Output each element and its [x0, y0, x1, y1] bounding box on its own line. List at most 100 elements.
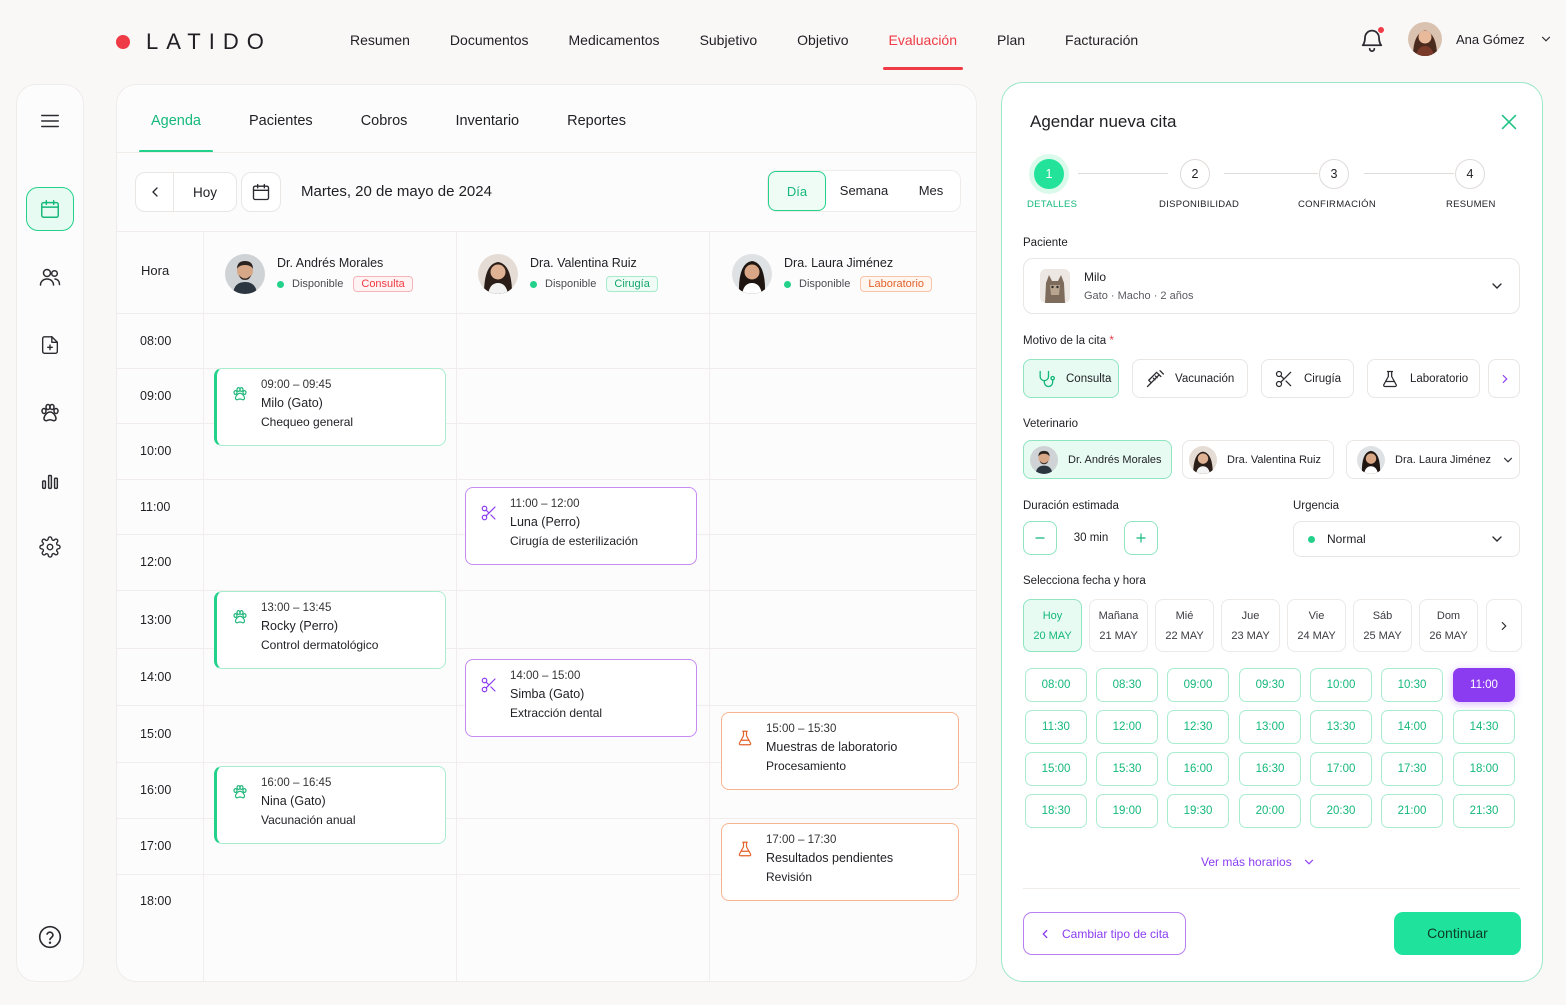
appointment-card[interactable]: 09:00 – 09:45 Milo (Gato) Chequeo genera…	[214, 368, 446, 446]
help-icon[interactable]	[26, 915, 74, 959]
time-slot[interactable]: 10:30	[1381, 668, 1443, 702]
previous-day-button[interactable]	[136, 173, 174, 211]
topnav-item-subjetivo[interactable]: Subjetivo	[680, 24, 778, 70]
time-slot[interactable]: 21:00	[1381, 794, 1443, 828]
more-times-link[interactable]: Ver más horarios	[1201, 855, 1316, 869]
time-slot[interactable]: 13:00	[1239, 710, 1301, 744]
tab-pacientes[interactable]: Pacientes	[237, 85, 325, 151]
time-slot[interactable]: 19:00	[1096, 794, 1158, 828]
time-slot[interactable]: 08:30	[1096, 668, 1158, 702]
doctor-column-header[interactable]: Dra. Laura Jiménez Disponible Laboratorio	[732, 249, 933, 299]
time-slot[interactable]: 09:30	[1239, 668, 1301, 702]
reason-laboratorio-button[interactable]: Laboratorio	[1367, 359, 1480, 398]
paw-icon[interactable]	[26, 391, 74, 435]
time-slot[interactable]: 11:30	[1025, 710, 1087, 744]
time-slot[interactable]: 12:30	[1167, 710, 1229, 744]
doctor-column-header[interactable]: Dr. Andrés Morales Disponible Consulta	[225, 249, 413, 299]
time-slot[interactable]: 14:00	[1381, 710, 1443, 744]
topnav-item-medicamentos[interactable]: Medicamentos	[549, 24, 680, 70]
user-menu[interactable]: Ana Gómez	[1408, 22, 1553, 56]
users-icon[interactable]	[26, 255, 74, 299]
time-slot[interactable]: 14:30	[1453, 710, 1515, 744]
time-slot[interactable]: 20:30	[1310, 794, 1372, 828]
appointment-patient: Nina (Gato)	[261, 794, 326, 808]
topnav-item-facturacion[interactable]: Facturación	[1045, 24, 1158, 70]
time-slot[interactable]: 17:00	[1310, 752, 1372, 786]
next-days-button[interactable]	[1486, 599, 1522, 652]
step-2-indicator[interactable]: 2	[1180, 159, 1210, 189]
chart-icon[interactable]	[26, 459, 74, 503]
vet-option-valentina-ruiz[interactable]: Dra. Valentina Ruiz	[1182, 440, 1334, 479]
today-button[interactable]: Hoy	[174, 185, 236, 200]
time-slot[interactable]: 10:00	[1310, 668, 1372, 702]
urgency-select[interactable]: Normal	[1293, 521, 1520, 557]
reason-cirugia-button[interactable]: Cirugía	[1261, 359, 1354, 398]
topnav-item-resumen[interactable]: Resumen	[330, 24, 430, 70]
time-slot[interactable]: 15:30	[1096, 752, 1158, 786]
day-option[interactable]: Sáb 25 MAY	[1353, 599, 1412, 652]
topnav-item-objetivo[interactable]: Objetivo	[777, 24, 868, 70]
day-option[interactable]: Vie 24 MAY	[1287, 599, 1346, 652]
day-option[interactable]: Jue 23 MAY	[1221, 599, 1280, 652]
time-slot[interactable]: 16:30	[1239, 752, 1301, 786]
calendar-icon[interactable]	[26, 187, 74, 231]
time-slot[interactable]: 15:00	[1025, 752, 1087, 786]
view-week-button[interactable]: Semana	[826, 171, 902, 211]
appointment-card[interactable]: 14:00 – 15:00 Simba (Gato) Extracción de…	[465, 659, 697, 737]
time-slot[interactable]: 18:30	[1025, 794, 1087, 828]
time-slot[interactable]: 13:30	[1310, 710, 1372, 744]
reason-consulta-button[interactable]: Consulta	[1023, 359, 1119, 398]
notifications-bell-icon[interactable]	[1358, 26, 1386, 54]
doctor-column-header[interactable]: Dra. Valentina Ruiz Disponible Cirugía	[478, 249, 658, 299]
time-slot[interactable]: 16:00	[1167, 752, 1229, 786]
continue-button[interactable]: Continuar	[1394, 912, 1521, 955]
vet-option-andres-morales[interactable]: Dr. Andrés Morales	[1023, 440, 1172, 479]
time-slot[interactable]: 18:00	[1453, 752, 1515, 786]
appointment-card[interactable]: 13:00 – 13:45 Rocky (Perro) Control derm…	[214, 591, 446, 669]
patient-select[interactable]: Milo Gato · Macho · 2 años	[1023, 258, 1520, 314]
close-icon[interactable]	[1498, 111, 1520, 133]
time-slot[interactable]: 09:00	[1167, 668, 1229, 702]
menu-icon[interactable]	[26, 99, 74, 143]
tab-agenda[interactable]: Agenda	[139, 85, 213, 153]
view-month-button[interactable]: Mes	[902, 171, 960, 211]
duration-value[interactable]: 30 min	[1058, 521, 1124, 555]
step-3-indicator[interactable]: 3	[1319, 159, 1349, 189]
day-option[interactable]: Hoy 20 MAY	[1023, 599, 1082, 652]
step-4-indicator[interactable]: 4	[1455, 159, 1485, 189]
medical-document-icon[interactable]	[26, 323, 74, 367]
time-slot[interactable]: 12:00	[1096, 710, 1158, 744]
view-day-button[interactable]: Día	[768, 171, 826, 211]
gear-icon[interactable]	[26, 525, 74, 569]
time-slot[interactable]: 20:00	[1239, 794, 1301, 828]
step-1-indicator[interactable]: 1	[1034, 159, 1064, 189]
brand-logo[interactable]: LATIDO	[116, 28, 272, 56]
appointment-card[interactable]: 16:00 – 16:45 Nina (Gato) Vacunación anu…	[214, 766, 446, 844]
time-slot-selected[interactable]: 11:00	[1453, 668, 1515, 702]
time-slot[interactable]: 08:00	[1025, 668, 1087, 702]
appointment-card[interactable]: 15:00 – 15:30 Muestras de laboratorio Pr…	[721, 712, 959, 790]
tab-inventario[interactable]: Inventario	[443, 85, 531, 151]
date-picker-button[interactable]	[241, 172, 281, 212]
tab-reportes[interactable]: Reportes	[555, 85, 638, 151]
time-slot[interactable]: 17:30	[1381, 752, 1443, 786]
reason-vacunacion-button[interactable]: Vacunación	[1132, 359, 1248, 398]
chevron-down-icon	[1541, 36, 1550, 42]
reason-next-button[interactable]	[1488, 359, 1520, 398]
appointment-card[interactable]: 17:00 – 17:30 Resultados pendientes Revi…	[721, 823, 959, 901]
duration-decrease-button[interactable]	[1023, 521, 1057, 555]
change-appointment-type-button[interactable]: Cambiar tipo de cita	[1023, 912, 1186, 955]
day-option[interactable]: Mié 22 MAY	[1155, 599, 1214, 652]
time-slot[interactable]: 21:30	[1453, 794, 1515, 828]
tab-cobros[interactable]: Cobros	[349, 85, 420, 151]
day-option[interactable]: Mañana 21 MAY	[1089, 599, 1148, 652]
time-slot[interactable]: 19:30	[1167, 794, 1229, 828]
day-option[interactable]: Dom 26 MAY	[1419, 599, 1478, 652]
topnav-item-evaluacion[interactable]: Evaluación	[869, 24, 978, 70]
duration-increase-button[interactable]	[1124, 521, 1158, 555]
vet-option-laura-jimenez[interactable]: Dra. Laura Jiménez	[1346, 440, 1520, 479]
topnav-item-plan[interactable]: Plan	[977, 24, 1045, 70]
appointment-card[interactable]: 11:00 – 12:00 Luna (Perro) Cirugía de es…	[465, 487, 697, 565]
day-name: Vie	[1308, 610, 1325, 622]
topnav-item-documentos[interactable]: Documentos	[430, 24, 549, 70]
